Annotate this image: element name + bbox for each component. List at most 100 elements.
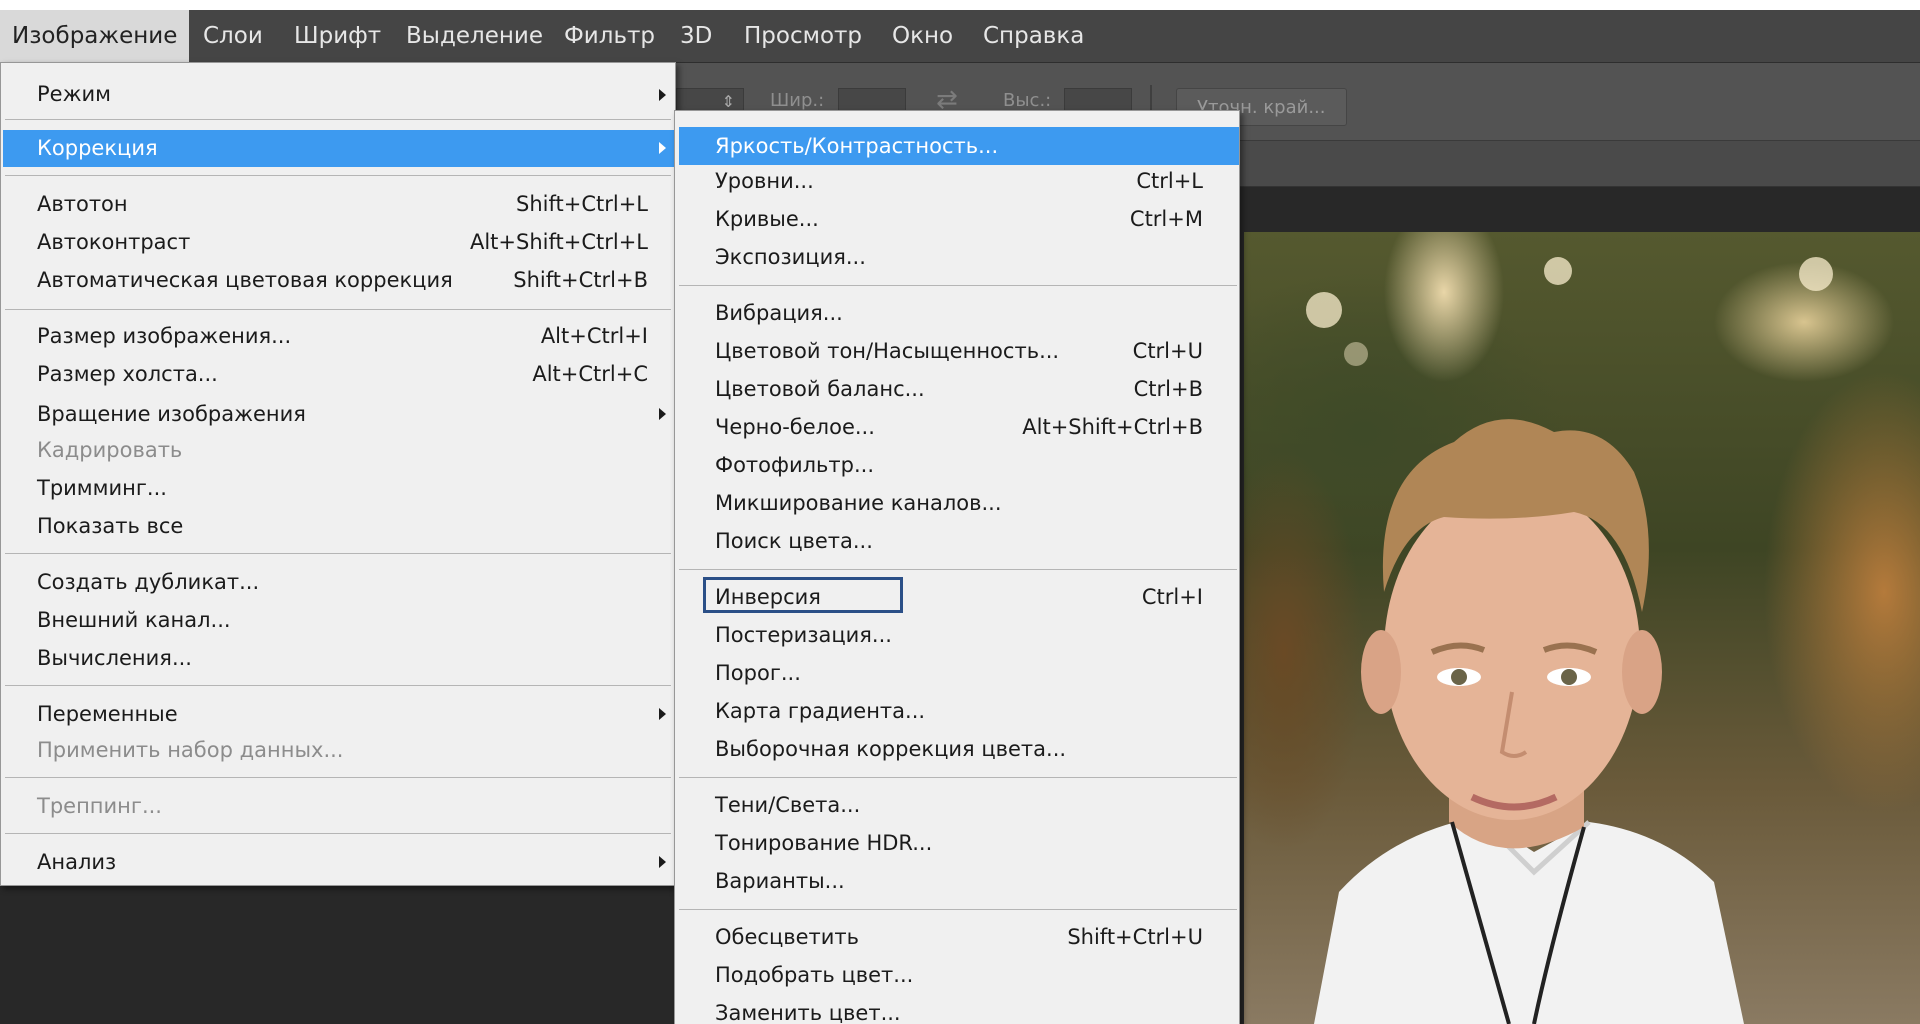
width-label: Шир.: — [770, 90, 825, 111]
portrait-figure — [1314, 419, 1744, 1024]
menu-item-label: Вращение изображения — [37, 402, 306, 426]
menu-item-duplicate[interactable]: Создать дубликат... — [1, 567, 675, 598]
photoshop-window: Изображение Слои Шрифт Выделение Фильтр … — [0, 10, 1920, 1024]
menu-item-reveal-all[interactable]: Показать все — [1, 511, 675, 542]
menu-item-shortcut: Alt+Shift+Ctrl+L — [469, 230, 648, 254]
menu-item-label: Цветовой тон/Насыщенность... — [715, 339, 1060, 363]
menu-separator — [679, 285, 1237, 286]
menu-item-label: Автотон — [37, 192, 128, 216]
menu-3d[interactable]: 3D — [680, 10, 712, 62]
menu-separator — [679, 777, 1237, 778]
top-edge — [0, 0, 1920, 10]
menu-item-auto-color[interactable]: Автоматическая цветовая коррекция Shift+… — [1, 265, 675, 296]
submenu-arrow-icon — [659, 142, 666, 154]
menu-item-label: Треппинг... — [37, 794, 162, 818]
menu-item-match-color[interactable]: Подобрать цвет... — [675, 960, 1239, 991]
menu-item-channel-mixer[interactable]: Микширование каналов... — [675, 488, 1239, 519]
menu-item-shortcut: Ctrl+U — [1132, 339, 1203, 363]
menu-help[interactable]: Справка — [983, 10, 1084, 62]
menu-item-vibrance[interactable]: Вибрация... — [675, 298, 1239, 329]
menu-separator — [5, 685, 671, 686]
menu-item-hdr-toning[interactable]: Тонирование HDR... — [675, 828, 1239, 859]
menu-item-posterize[interactable]: Постеризация... — [675, 620, 1239, 651]
menu-item-label: Размер холста... — [37, 362, 218, 386]
menu-item-label: Вычисления... — [37, 646, 192, 670]
menu-item-variations[interactable]: Варианты... — [675, 866, 1239, 897]
menu-item-label: Внешний канал... — [37, 608, 231, 632]
menu-item-gradient-map[interactable]: Карта градиента... — [675, 696, 1239, 727]
menu-item-brightness-contrast[interactable]: Яркость/Контрастность... — [679, 127, 1239, 165]
menu-item-replace-color[interactable]: Заменить цвет... — [675, 998, 1239, 1024]
menu-item-shadows-highlights[interactable]: Тени/Света... — [675, 790, 1239, 821]
menu-filter[interactable]: Фильтр — [564, 10, 655, 62]
menu-item-mode[interactable]: Режим — [1, 79, 675, 110]
menu-item-label: Карта градиента... — [715, 699, 926, 723]
menu-item-label: Показать все — [37, 514, 184, 538]
menu-item-levels[interactable]: Уровни... Ctrl+L — [675, 166, 1239, 197]
menu-item-label: Вибрация... — [715, 301, 843, 325]
menu-item-label: Коррекция — [37, 136, 158, 160]
menu-item-color-balance[interactable]: Цветовой баланс... Ctrl+B — [675, 374, 1239, 405]
menu-item-photo-filter[interactable]: Фотофильтр... — [675, 450, 1239, 481]
menu-item-auto-contrast[interactable]: Автоконтраст Alt+Shift+Ctrl+L — [1, 227, 675, 258]
menu-item-black-white[interactable]: Черно-белое... Alt+Shift+Ctrl+B — [675, 412, 1239, 443]
menu-separator — [5, 119, 671, 120]
menu-item-adjustments[interactable]: Коррекция — [3, 130, 675, 167]
menu-item-label: Цветовой баланс... — [715, 377, 925, 401]
menu-item-label: Яркость/Контрастность... — [715, 134, 999, 158]
menu-select[interactable]: Выделение — [406, 10, 543, 62]
menu-bar: Изображение Слои Шрифт Выделение Фильтр … — [0, 10, 1920, 63]
menu-item-image-size[interactable]: Размер изображения... Alt+Ctrl+I — [1, 321, 675, 352]
menu-item-variables[interactable]: Переменные — [1, 699, 675, 730]
menu-item-label: Создать дубликат... — [37, 570, 260, 594]
menu-item-label: Анализ — [37, 850, 117, 874]
menu-item-selective-color[interactable]: Выборочная коррекция цвета... — [675, 734, 1239, 765]
menu-item-shortcut: Shift+Ctrl+L — [516, 192, 648, 216]
menu-item-apply-data-set[interactable]: Применить набор данных... — [1, 735, 675, 766]
menu-item-label: Обесцветить — [715, 925, 860, 949]
menu-item-canvas-size[interactable]: Размер холста... Alt+Ctrl+C — [1, 359, 675, 390]
menu-item-threshold[interactable]: Порог... — [675, 658, 1239, 689]
menu-view[interactable]: Просмотр — [744, 10, 862, 62]
menu-item-hue-saturation[interactable]: Цветовой тон/Насыщенность... Ctrl+U — [675, 336, 1239, 367]
dropdown-arrows-icon: ⇕ — [721, 92, 735, 111]
image-menu: Режим Коррекция Автотон Shift+Ctrl+L Авт… — [0, 62, 676, 886]
menu-item-image-rotation[interactable]: Вращение изображения — [1, 399, 675, 430]
menu-separator — [679, 569, 1237, 570]
menu-layers[interactable]: Слои — [203, 10, 263, 62]
menu-item-shortcut: Alt+Ctrl+C — [532, 362, 648, 386]
invert-highlight-outline — [703, 577, 903, 613]
menu-image[interactable]: Изображение — [0, 10, 190, 62]
menu-item-trap[interactable]: Треппинг... — [1, 791, 675, 822]
menu-item-calculations[interactable]: Вычисления... — [1, 643, 675, 674]
menu-item-curves[interactable]: Кривые... Ctrl+M — [675, 204, 1239, 235]
menu-item-label: Режим — [37, 82, 111, 106]
menu-separator — [5, 309, 671, 310]
adjustments-submenu: Яркость/Контрастность... Уровни... Ctrl+… — [674, 110, 1240, 1024]
menu-window[interactable]: Окно — [892, 10, 953, 62]
menu-type[interactable]: Шрифт — [294, 10, 381, 62]
menu-separator — [679, 909, 1237, 910]
menu-item-label: Порог... — [715, 661, 801, 685]
menu-item-label: Постеризация... — [715, 623, 892, 647]
menu-item-desaturate[interactable]: Обесцветить Shift+Ctrl+U — [675, 922, 1239, 953]
menu-item-label: Тени/Света... — [715, 793, 861, 817]
menu-separator — [5, 777, 671, 778]
menu-item-label: Варианты... — [715, 869, 845, 893]
menu-item-label: Выборочная коррекция цвета... — [715, 737, 1067, 761]
menu-item-crop[interactable]: Кадрировать — [1, 435, 675, 466]
menu-item-apply-image[interactable]: Внешний канал... — [1, 605, 675, 636]
menu-item-label: Подобрать цвет... — [715, 963, 914, 987]
menu-item-label: Заменить цвет... — [715, 1001, 901, 1024]
menu-item-trim[interactable]: Тримминг... — [1, 473, 675, 504]
menu-item-exposure[interactable]: Экспозиция... — [675, 242, 1239, 273]
submenu-arrow-icon — [659, 708, 666, 720]
menu-item-color-lookup[interactable]: Поиск цвета... — [675, 526, 1239, 557]
menu-item-label: Размер изображения... — [37, 324, 292, 348]
menu-item-label: Микширование каналов... — [715, 491, 1002, 515]
menu-item-analysis[interactable]: Анализ — [1, 847, 675, 878]
menu-item-auto-tone[interactable]: Автотон Shift+Ctrl+L — [1, 189, 675, 220]
menu-item-label: Черно-белое... — [715, 415, 875, 439]
menu-item-label: Кривые... — [715, 207, 819, 231]
submenu-arrow-icon — [659, 89, 666, 101]
